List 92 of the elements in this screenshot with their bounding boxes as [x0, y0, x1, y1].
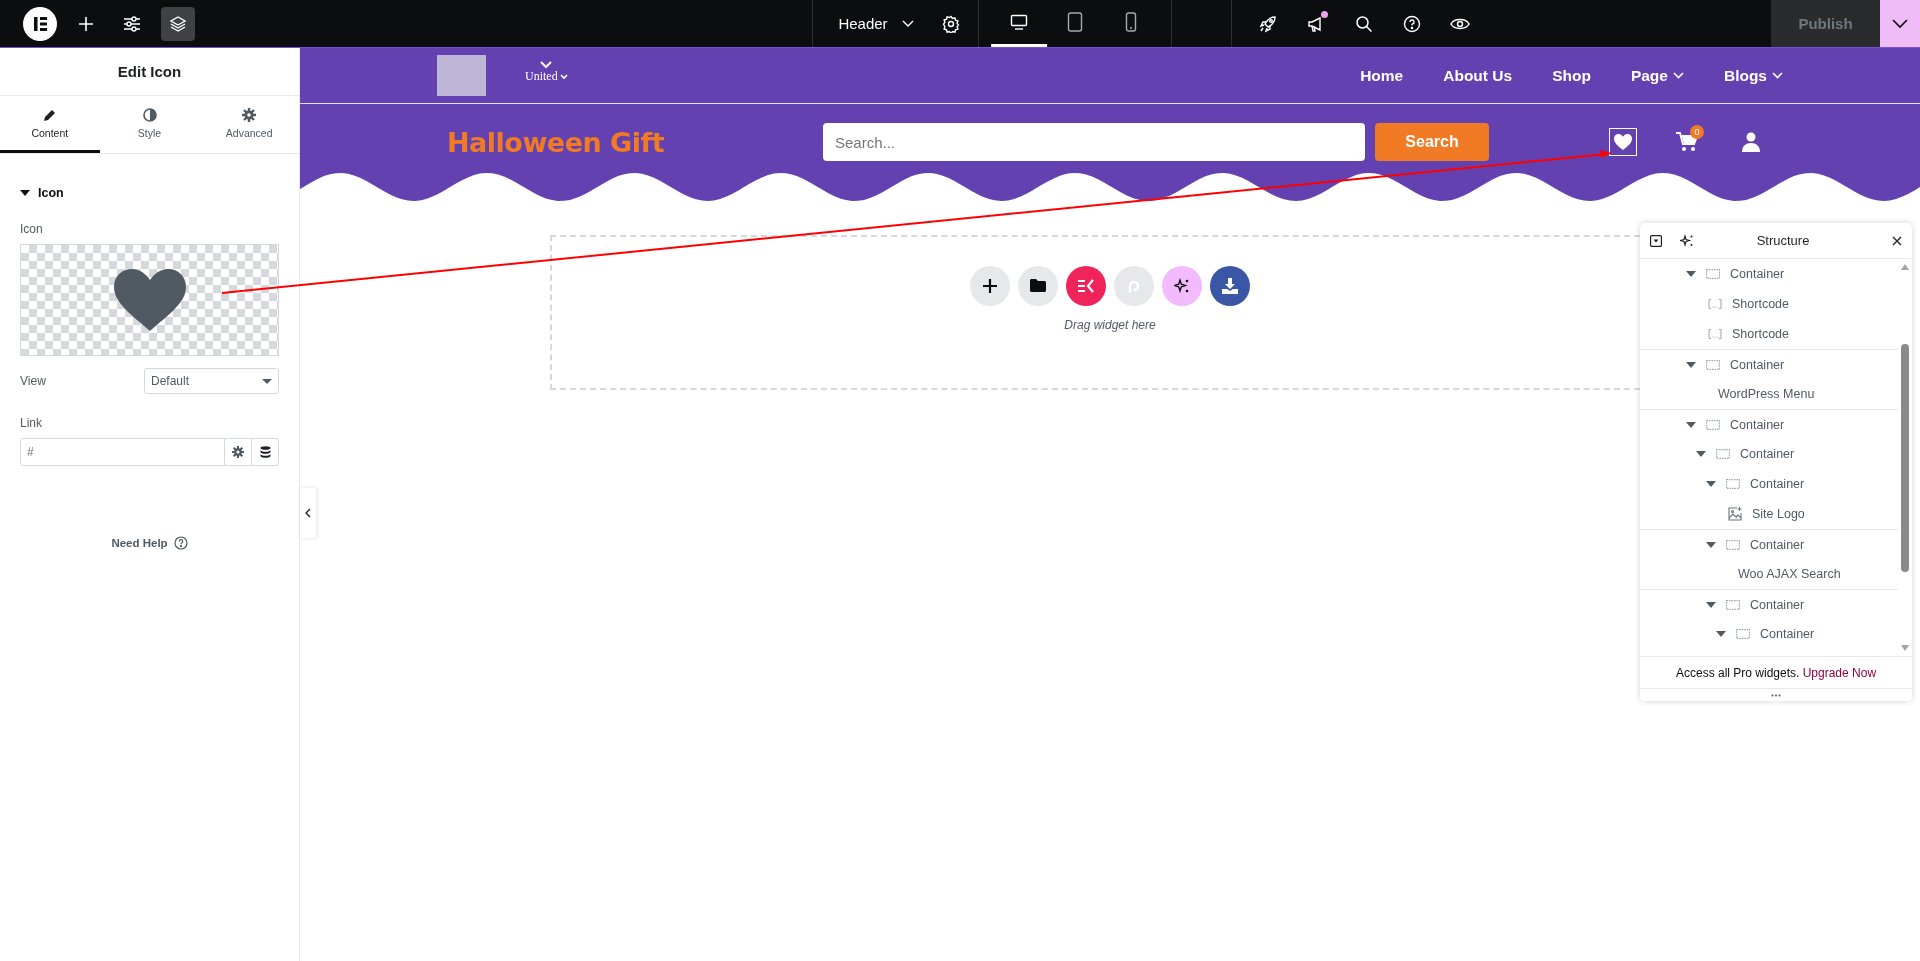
close-icon[interactable] — [1892, 235, 1902, 246]
cart-count-badge: 0 — [1690, 125, 1704, 139]
panel-tab[interactable]: Style — [99, 96, 200, 153]
nav-link[interactable]: Shop — [1552, 66, 1591, 85]
container-icon — [1706, 359, 1720, 370]
expand-icon[interactable] — [1716, 631, 1726, 637]
container-icon — [1736, 629, 1750, 639]
caret-icon — [20, 190, 30, 196]
publish-options-button[interactable] — [1880, 0, 1920, 47]
structure-item[interactable]: Container — [1640, 619, 1898, 649]
folder-button[interactable] — [1018, 265, 1058, 306]
nav-link[interactable]: Home — [1360, 66, 1404, 85]
download-icon — [1222, 277, 1238, 294]
structure-item[interactable]: Container — [1640, 349, 1898, 379]
sparkle-icon — [1174, 277, 1190, 294]
link-field[interactable]: # — [20, 438, 225, 466]
icon-picker[interactable] — [20, 244, 279, 356]
add-button[interactable] — [970, 265, 1010, 306]
shortcode-icon — [1708, 299, 1722, 309]
heart-icon — [111, 267, 188, 333]
language-select[interactable]: United — [525, 61, 568, 84]
user-icon — [1742, 132, 1760, 152]
container-icon — [1726, 479, 1740, 489]
caret-icon — [1892, 18, 1908, 29]
kit-button[interactable] — [1066, 265, 1106, 306]
pencil-icon — [42, 107, 57, 122]
container-icon — [1706, 269, 1720, 279]
caret-icon — [262, 378, 272, 384]
drop-hint: Drag widget here — [1064, 317, 1156, 332]
layers-icon[interactable] — [161, 6, 195, 41]
caret-icon — [901, 19, 914, 28]
structure-item[interactable]: Container — [1640, 529, 1898, 559]
promo-text: Access all Pro widgets. Upgrade Now — [1675, 665, 1877, 680]
structure-item[interactable]: Container — [1640, 409, 1898, 439]
heart-icon — [1613, 133, 1633, 151]
folder-icon — [1030, 279, 1046, 292]
structure-item[interactable]: Container — [1640, 589, 1898, 619]
caret-icon — [559, 73, 568, 80]
download-button[interactable] — [1210, 265, 1250, 306]
elementor-logo[interactable] — [23, 6, 57, 41]
chevron-icon — [305, 508, 311, 518]
collapse-icon[interactable] — [1650, 234, 1662, 247]
container-icon — [1726, 539, 1740, 550]
control-label: Icon — [20, 222, 44, 236]
sparkle-button[interactable] — [1162, 265, 1202, 306]
help-icon[interactable] — [173, 536, 188, 550]
plus-icon — [983, 278, 997, 293]
sparkle-icon[interactable] — [1680, 233, 1694, 248]
document-dropdown[interactable]: Header — [813, 15, 928, 32]
panel-title: Edit Icon — [0, 48, 299, 96]
search-field[interactable]: Search... — [823, 123, 1365, 161]
image-icon — [1728, 507, 1742, 521]
container-icon — [1716, 449, 1730, 459]
help-link[interactable]: Need Help — [111, 537, 168, 549]
wishlist-button[interactable] — [1606, 125, 1640, 159]
gear-icon — [242, 107, 257, 122]
resize-handle-icon[interactable] — [1771, 693, 1781, 697]
structure-item[interactable]: Container — [1640, 439, 1898, 469]
panel-title: Structure — [1755, 233, 1811, 248]
caret-icon — [1772, 72, 1783, 79]
chevron-icon — [540, 61, 553, 69]
container-icon — [1706, 419, 1720, 430]
nav-link[interactable]: About Us — [1443, 66, 1513, 85]
control-label: View — [20, 374, 46, 388]
upgrade-link[interactable]: Upgrade Now — [1802, 665, 1877, 680]
cart-icon — [1675, 131, 1699, 153]
kit-icon — [1077, 278, 1095, 293]
structure-item[interactable]: Site Logo — [1640, 499, 1898, 529]
expand-icon[interactable] — [1686, 421, 1696, 428]
panel-collapse-button[interactable] — [300, 488, 316, 538]
structure-item[interactable]: Woo AJAX Search — [1640, 559, 1898, 589]
expand-icon[interactable] — [1706, 601, 1716, 608]
control-label: Link — [20, 416, 43, 430]
contrast-icon — [142, 107, 157, 122]
database-icon[interactable] — [252, 438, 279, 466]
expand-icon[interactable] — [1686, 361, 1696, 368]
scrollbar-thumb[interactable] — [1901, 344, 1909, 572]
section-toggle[interactable]: Icon — [20, 186, 64, 200]
expand-icon[interactable] — [1706, 541, 1716, 548]
panel-tab[interactable]: Advanced — [199, 96, 299, 153]
logo-placeholder — [437, 55, 486, 96]
structure-item[interactable]: Container — [1640, 469, 1898, 499]
expand-icon[interactable] — [1696, 451, 1706, 457]
nav-link[interactable]: Blogs — [1723, 66, 1783, 85]
expand-icon[interactable] — [1706, 481, 1716, 487]
shortcode-icon — [1708, 329, 1722, 339]
caret-icon — [1672, 72, 1684, 79]
view-select[interactable]: Default — [144, 368, 279, 394]
expand-icon[interactable] — [1686, 271, 1696, 277]
container-icon — [1726, 599, 1740, 610]
nav-link[interactable]: Page — [1630, 66, 1684, 85]
panel-tab[interactable]: Content — [0, 96, 100, 153]
